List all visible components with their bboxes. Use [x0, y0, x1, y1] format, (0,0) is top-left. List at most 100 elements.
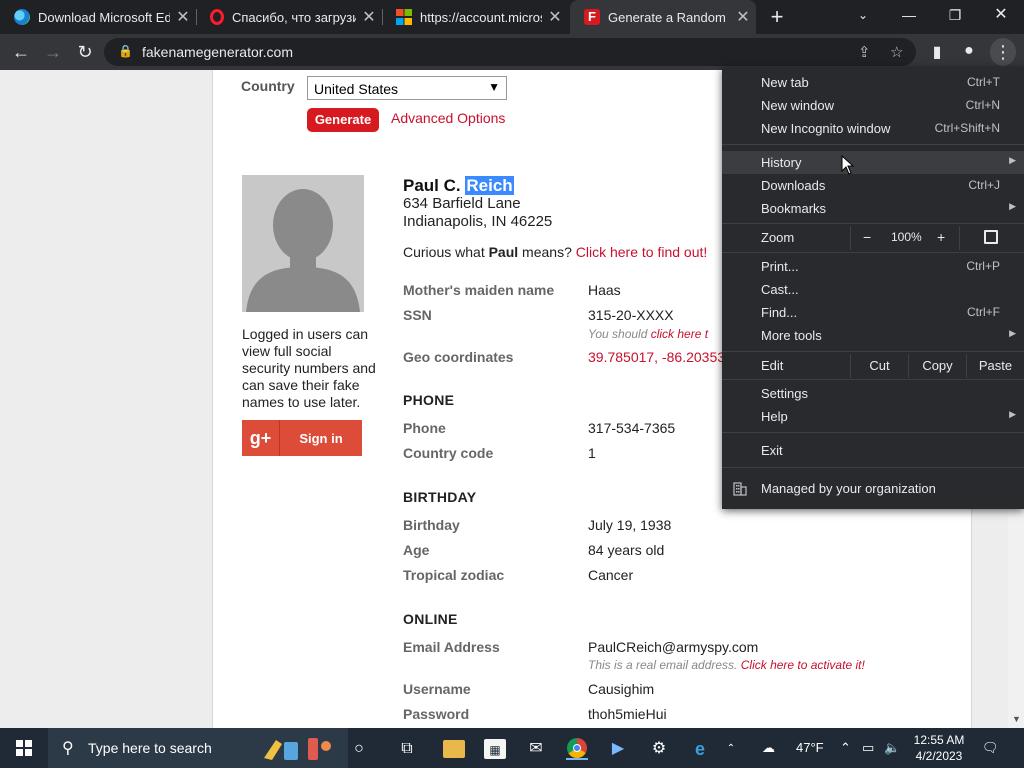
menu-exit[interactable]: Exit: [722, 439, 1024, 462]
country-select[interactable]: United States ▼: [307, 76, 507, 100]
country-label: Country: [241, 78, 295, 94]
side-panel-icon[interactable]: ▮: [926, 42, 948, 62]
tab-opera-thanks[interactable]: Спасибо, что загрузил ✕: [196, 0, 382, 34]
menu-downloads[interactable]: Downloads Ctrl+J: [722, 174, 1024, 197]
microsoft-icon: [396, 9, 412, 25]
menu-separator: [722, 223, 1024, 224]
share-icon[interactable]: ⇪: [858, 43, 871, 61]
settings-gear-icon[interactable]: ⚙: [648, 738, 670, 760]
menu-settings[interactable]: Settings: [722, 382, 1024, 405]
tab-download-edge[interactable]: Download Microsoft Ed ✕: [0, 0, 196, 34]
fullscreen-icon[interactable]: [984, 230, 998, 244]
phone-label: Phone: [403, 420, 446, 436]
back-icon[interactable]: ←: [8, 40, 34, 64]
media-player-icon[interactable]: ▶: [607, 738, 629, 760]
network-icon[interactable]: ▭: [862, 740, 874, 756]
generate-button[interactable]: Generate: [307, 108, 379, 132]
taskbar-scroll-icon[interactable]: ⌃: [724, 738, 738, 760]
windows-taskbar: ⚲ Type here to search ○ ⧉ ▦ ✉ ▶ ⚙ e ⌃ ☁ …: [0, 728, 1024, 768]
cortana-icon[interactable]: ○: [348, 738, 370, 760]
country-value: United States: [314, 81, 399, 97]
menu-separator: [722, 432, 1024, 433]
weather-cloud-icon[interactable]: ☁: [762, 740, 775, 756]
menu-shortcut: Ctrl+Shift+N: [934, 121, 1000, 135]
geo-value-link[interactable]: 39.785017, -86.20353: [588, 349, 725, 365]
close-icon[interactable]: ✕: [542, 7, 568, 27]
menu-find[interactable]: Find... Ctrl+F: [722, 301, 1024, 324]
file-explorer-icon[interactable]: [443, 740, 465, 758]
menu-separator: [722, 144, 1024, 145]
name-meaning-link[interactable]: Click here to find out!: [576, 244, 708, 260]
weather-temp[interactable]: 47°F: [796, 740, 824, 755]
tab-search-button[interactable]: ⌄: [840, 0, 886, 30]
menu-print[interactable]: Print... Ctrl+P: [722, 255, 1024, 278]
close-icon[interactable]: ✕: [170, 7, 196, 27]
zoom-out-button[interactable]: −: [863, 229, 871, 245]
copy-button[interactable]: Copy: [908, 354, 966, 378]
store-icon[interactable]: ▦: [484, 739, 506, 759]
submenu-arrow-icon: ▶: [1009, 155, 1016, 165]
lock-icon[interactable]: 🔒: [118, 44, 133, 58]
taskbar-search-box[interactable]: ⚲ Type here to search: [48, 728, 348, 768]
minimize-button[interactable]: —: [886, 0, 932, 30]
close-icon[interactable]: ✕: [730, 7, 756, 27]
tab-microsoft-account[interactable]: https://account.micros ✕: [382, 0, 568, 34]
tab-title: Download Microsoft Ed: [38, 9, 170, 25]
bookmark-star-icon[interactable]: ☆: [890, 43, 903, 61]
google-plus-icon: g+: [242, 420, 280, 456]
chevron-up-icon[interactable]: ⌃: [840, 740, 851, 756]
menu-label: History: [761, 155, 802, 170]
menu-incognito[interactable]: New Incognito window Ctrl+Shift+N: [722, 117, 1024, 140]
profile-icon[interactable]: ●: [958, 42, 980, 60]
curious-name: Paul: [488, 244, 519, 260]
windows-start-icon[interactable]: [16, 740, 32, 756]
menu-separator: [722, 252, 1024, 253]
paste-button[interactable]: Paste: [966, 354, 1024, 378]
volume-icon[interactable]: 🔈: [884, 740, 900, 756]
menu-cast[interactable]: Cast...: [722, 278, 1024, 301]
menu-label: Downloads: [761, 178, 826, 193]
zoom-in-button[interactable]: +: [937, 229, 945, 245]
task-view-icon[interactable]: ⧉: [396, 738, 418, 760]
system-clock[interactable]: 12:55 AM 4/2/2023: [908, 732, 970, 764]
cut-button[interactable]: Cut: [850, 354, 908, 378]
menu-separator: [722, 467, 1024, 468]
menu-history[interactable]: History ▶: [722, 151, 1024, 174]
activate-email-link[interactable]: Click here to activate it!: [741, 658, 865, 672]
curious-prefix: Curious what: [403, 244, 489, 260]
mail-icon[interactable]: ✉: [525, 738, 547, 760]
chrome-menu-button[interactable]: ⋮: [990, 38, 1016, 66]
email-label: Email Address: [403, 639, 500, 655]
browser-toolbar: ← → ↻ 🔒 fakenamegenerator.com ⇪ ☆ ▮ ● ⋮: [0, 34, 1024, 70]
google-signin-button[interactable]: g+ Sign in: [242, 420, 362, 456]
menu-label: New window: [761, 98, 834, 113]
close-icon[interactable]: ✕: [356, 7, 382, 27]
new-tab-button[interactable]: +: [764, 4, 790, 30]
menu-help[interactable]: Help ▶: [722, 405, 1024, 428]
close-window-button[interactable]: ✕: [978, 0, 1024, 30]
tab-fakename-generator[interactable]: F Generate a Random Na ✕: [570, 0, 756, 34]
advanced-options-link[interactable]: Advanced Options: [391, 110, 505, 126]
username-label: Username: [403, 681, 471, 697]
tab-title: Спасибо, что загрузил: [232, 9, 356, 25]
tab-title: https://account.micros: [420, 9, 542, 25]
menu-bookmarks[interactable]: Bookmarks ▶: [722, 197, 1024, 220]
internet-explorer-icon[interactable]: e: [689, 738, 711, 760]
menu-shortcut: Ctrl+T: [967, 75, 1000, 89]
zodiac-label: Tropical zodiac: [403, 567, 505, 583]
menu-managed-by-org[interactable]: Managed by your organization: [722, 477, 1024, 501]
birthday-value: July 19, 1938: [588, 517, 672, 533]
login-info-text: Logged in users can view full social sec…: [242, 326, 376, 410]
menu-new-window[interactable]: New window Ctrl+N: [722, 94, 1024, 117]
menu-more-tools[interactable]: More tools ▶: [722, 324, 1024, 347]
chrome-taskbar-icon[interactable]: [566, 738, 588, 760]
address-bar[interactable]: 🔒 fakenamegenerator.com ⇪ ☆: [104, 38, 916, 66]
reload-icon[interactable]: ↻: [72, 40, 98, 64]
ssn-note-link[interactable]: click here t: [651, 327, 708, 341]
restore-button[interactable]: ❐: [932, 0, 978, 30]
chrome-main-menu: New tab Ctrl+T New window Ctrl+N New Incog…: [722, 67, 1024, 509]
menu-new-tab[interactable]: New tab Ctrl+T: [722, 71, 1024, 94]
scroll-down-icon[interactable]: ▼: [1012, 714, 1021, 724]
notifications-icon[interactable]: 🗨: [982, 740, 999, 756]
forward-icon[interactable]: →: [40, 40, 66, 64]
